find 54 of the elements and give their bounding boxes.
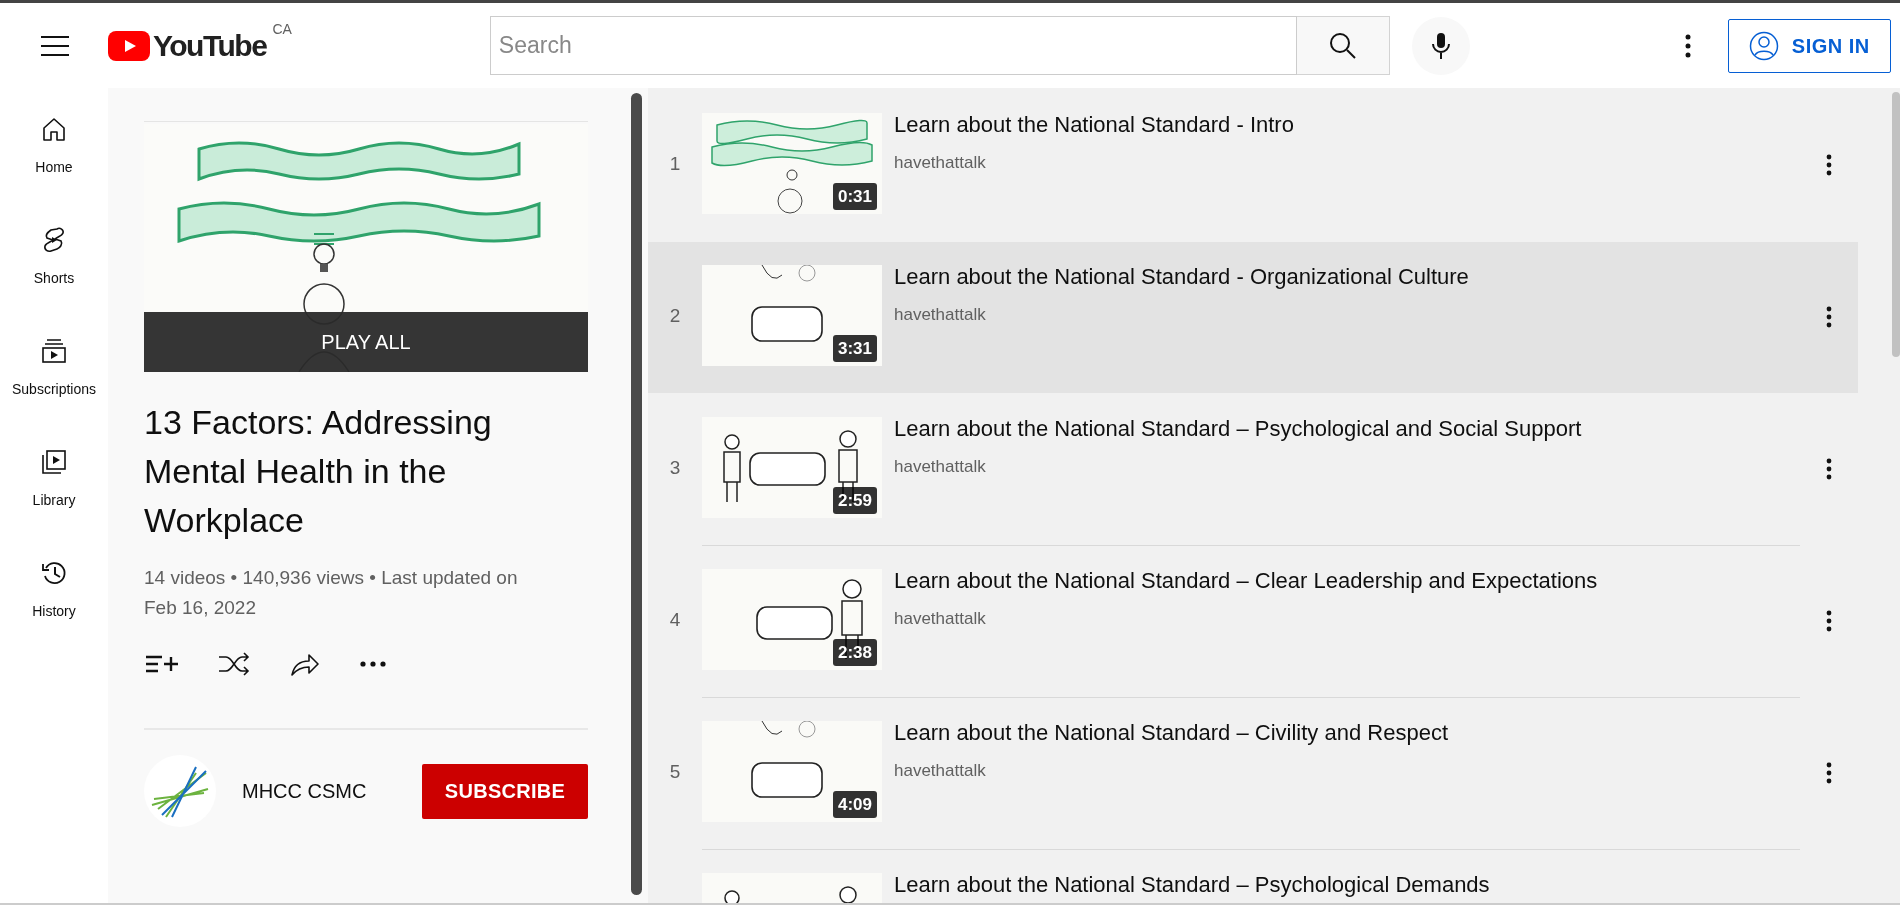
subscriptions-icon [40, 337, 68, 365]
subscribe-button[interactable]: SUBSCRIBE [422, 763, 588, 819]
menu-icon[interactable] [41, 35, 69, 56]
video-title[interactable]: Learn about the National Standard – Psychological and Social Support [894, 413, 1816, 445]
video-title[interactable]: Learn about the National Standard - Organizational Culture [894, 261, 1816, 293]
more-actions-icon[interactable] [360, 661, 386, 667]
scrollbar-thumb[interactable] [631, 93, 642, 895]
video-index: 2 [668, 304, 682, 326]
video-title[interactable]: Learn about the National Standard – Civility and Respect [894, 717, 1816, 749]
more-options-icon[interactable] [1826, 762, 1832, 784]
play-logo-icon[interactable] [108, 30, 150, 61]
playlist-title: 13 Factors: Addressing Mental Health in the Workplace [144, 402, 493, 541]
library-icon [40, 448, 68, 476]
logo-text[interactable]: YouTube [153, 30, 267, 61]
video-channel[interactable]: havethattalk [894, 606, 1816, 632]
playlist-stats: 14 videos • 140,936 views • Last updated on Feb 16, 2022 [144, 566, 519, 620]
more-options-icon[interactable] [1826, 154, 1832, 176]
sign-in-button[interactable]: SIGN IN [1727, 18, 1891, 73]
video-channel[interactable]: havethattalk [894, 758, 1816, 784]
video-channel[interactable]: havethattalk [894, 302, 1816, 328]
video-title[interactable]: Learn about the National Standard – Clear Leadership and Expectations [894, 565, 1816, 597]
add-to-queue-icon[interactable] [146, 654, 178, 674]
channel-avatar[interactable] [144, 755, 216, 827]
search-icon [1328, 31, 1357, 60]
sidebar-item[interactable]: Library [0, 448, 108, 559]
video-index: 4 [668, 608, 682, 630]
video-index: 5 [668, 760, 682, 782]
more-options-icon[interactable] [1826, 458, 1832, 480]
search-field[interactable]: Search [489, 16, 1297, 75]
region-label: CA [272, 19, 292, 39]
video-channel[interactable]: havethattalk [894, 454, 1816, 480]
microphone-icon [1429, 31, 1452, 60]
search-button[interactable] [1296, 16, 1390, 75]
play-all-button[interactable]: PLAY ALL [144, 312, 588, 372]
sidebar-item[interactable]: History [0, 559, 108, 670]
scrollbar-thumb[interactable] [1892, 92, 1900, 357]
playlist-video-row[interactable]: 2 3:31 Learn about the National Standard - Organizational Culture havethattalk [648, 242, 1858, 393]
video-channel[interactable]: havethattalk [894, 150, 1816, 176]
sidebar-item[interactable]: Subscriptions [0, 337, 108, 448]
history-icon [40, 559, 68, 587]
sidebar-item[interactable]: Home [0, 115, 108, 226]
video-index: 1 [668, 152, 682, 174]
more-options-icon[interactable] [1826, 610, 1832, 632]
sidebar-item[interactable]: Shorts [0, 226, 108, 337]
more-options-icon[interactable] [1826, 306, 1832, 328]
video-title[interactable]: Learn about the National Standard - Intro [894, 109, 1816, 141]
account-icon [1748, 30, 1779, 61]
video-title[interactable]: Learn about the National Standard – Psychological Demands [894, 869, 1858, 901]
channel-name[interactable]: MHCC CSMC [242, 776, 367, 806]
shuffle-icon[interactable] [218, 652, 250, 676]
more-options-icon[interactable] [1684, 33, 1691, 58]
share-icon[interactable] [290, 652, 320, 676]
home-icon [40, 115, 68, 143]
video-index: 3 [668, 456, 682, 478]
